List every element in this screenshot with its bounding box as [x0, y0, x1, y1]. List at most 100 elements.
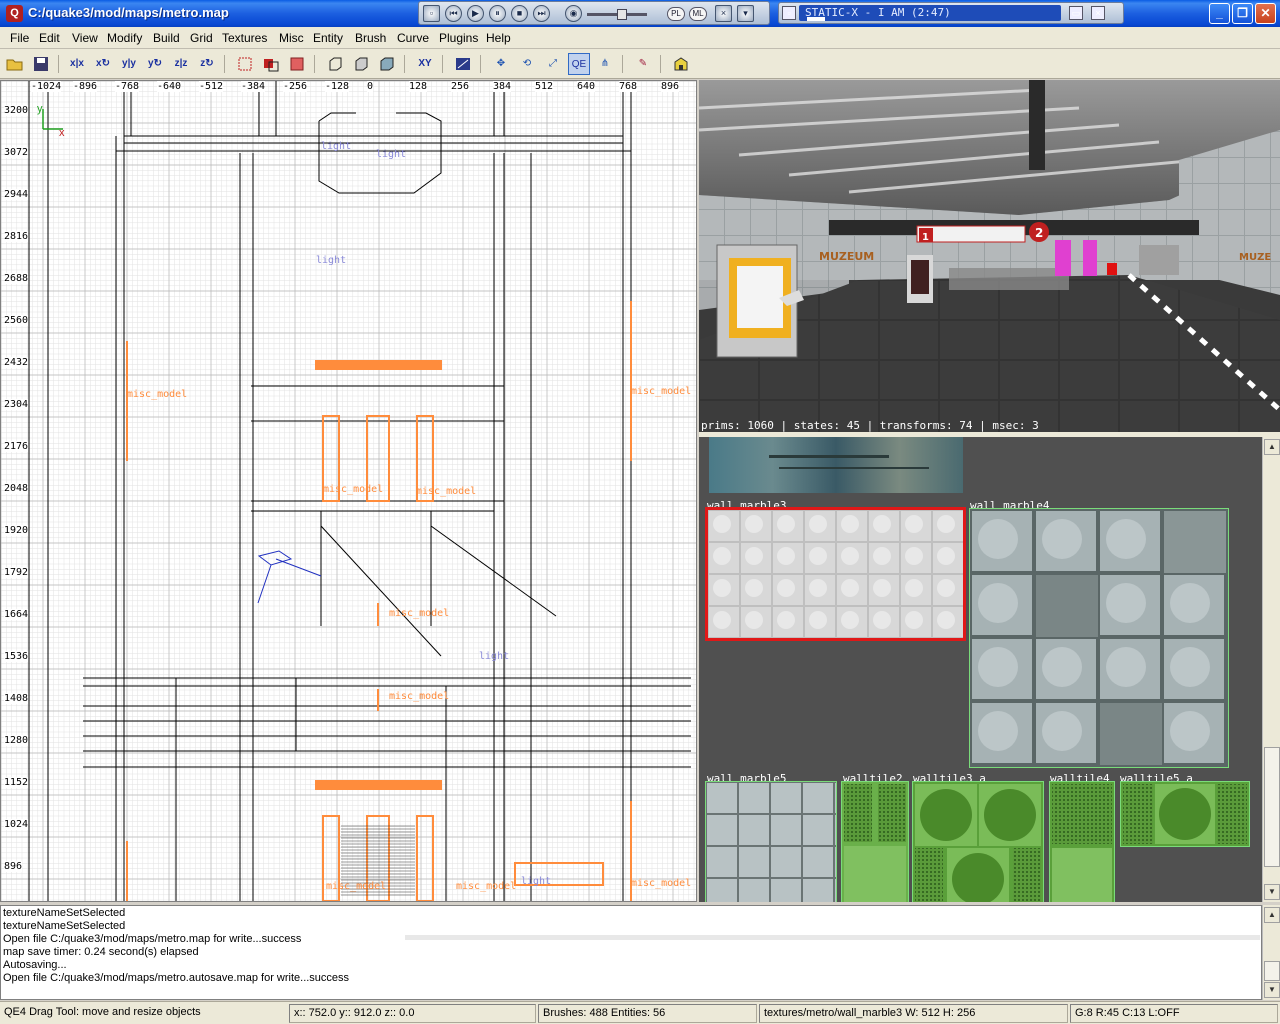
misc-model-label[interactable]: misc_model	[389, 691, 449, 702]
light-entity-label[interactable]: light	[321, 141, 351, 152]
np-close-icon[interactable]: ×	[1091, 6, 1105, 20]
light-entity-label[interactable]: light	[376, 149, 406, 160]
camera-3d-view[interactable]: MUZEUM MUZE 1 2 prims: 1060 | states: 45…	[699, 80, 1280, 432]
scale-icon[interactable]: ⤢	[542, 53, 564, 75]
stop-button[interactable]: ■	[511, 5, 528, 22]
status-coordinates: x:: 752.0 y:: 912.0 z:: 0.0	[289, 1004, 536, 1023]
select-inside-icon[interactable]	[260, 53, 282, 75]
menu-grid[interactable]: Grid	[190, 31, 213, 45]
texture-scroll-thumb[interactable]	[1264, 747, 1280, 867]
media-minimize-button[interactable]: ▫	[423, 5, 440, 22]
pause-button[interactable]: ⏸	[489, 5, 506, 22]
menu-entity[interactable]: Entity	[313, 31, 343, 45]
minimize-button[interactable]: _	[1209, 3, 1230, 24]
plugin-icon[interactable]	[670, 53, 692, 75]
misc-model-label[interactable]: misc_model	[456, 881, 516, 892]
csg-hollow-icon[interactable]	[324, 53, 346, 75]
np-minimize-icon[interactable]: ▫	[782, 6, 796, 20]
play-button[interactable]: ▶	[467, 5, 484, 22]
volume-slider-handle[interactable]	[617, 9, 627, 20]
csg-subtract-icon[interactable]	[350, 53, 372, 75]
playlist-button[interactable]: PL	[667, 7, 685, 21]
misc-model-label[interactable]: misc_model	[416, 486, 476, 497]
rotate-y-icon[interactable]: y↻	[144, 53, 166, 75]
media-player-bar: ▫ ⏮ ▶ ⏸ ■ ⏭ ◉ PL ML × ▾	[418, 1, 770, 25]
x-tick-label: -128	[325, 81, 350, 92]
scroll-down-icon[interactable]: ▼	[1264, 884, 1280, 900]
close-button[interactable]: ✕	[1255, 3, 1276, 24]
patch-icon[interactable]: ✎	[632, 53, 654, 75]
texture-thumb-wall-marble3[interactable]	[705, 507, 966, 641]
texture-thumb-partial[interactable]	[709, 437, 963, 493]
light-entity-label[interactable]: light	[479, 651, 509, 662]
menu-textures[interactable]: Textures	[222, 31, 267, 45]
texture-thumb-walltile5-a[interactable]	[1120, 781, 1250, 847]
console-scroll-up-icon[interactable]: ▲	[1264, 907, 1280, 923]
texture-thumb-walltile2[interactable]	[841, 781, 909, 902]
axis-indicator	[42, 109, 63, 130]
next-track-button[interactable]: ⏭	[533, 5, 550, 22]
texture-thumb-walltile4[interactable]	[1049, 781, 1115, 902]
xy-2d-view[interactable]: -1024 -896 -768 -640 -512 -384 -256 -128 0 128 256…	[0, 80, 697, 902]
maximize-button[interactable]: ❐	[1232, 3, 1253, 24]
y-tick-label: 1920	[4, 525, 29, 536]
texture-browser[interactable]: wall_marble3 wall_marble4 wall_marble5 w…	[699, 437, 1262, 902]
menu-modify[interactable]: Modify	[107, 31, 142, 45]
menu-build[interactable]: Build	[153, 31, 180, 45]
x-tick-label: -384	[241, 81, 266, 92]
menu-edit[interactable]: Edit	[39, 31, 60, 45]
save-icon[interactable]	[30, 53, 52, 75]
menu-plugins[interactable]: Plugins	[439, 31, 478, 45]
misc-model-label[interactable]: misc_model	[323, 484, 383, 495]
media-library-button[interactable]: ML	[689, 7, 707, 21]
misc-model-label[interactable]: misc_model	[631, 386, 691, 397]
rotate-z-icon[interactable]: z↻	[196, 53, 218, 75]
scroll-up-icon[interactable]: ▲	[1264, 439, 1280, 455]
csg-merge-icon[interactable]	[376, 53, 398, 75]
texture-thumb-wall-marble4[interactable]	[969, 508, 1229, 768]
previous-track-button[interactable]: ⏮	[445, 5, 462, 22]
menu-brush[interactable]: Brush	[355, 31, 386, 45]
menu-view[interactable]: View	[72, 31, 98, 45]
render-stats: prims: 1060 | states: 45 | transforms: 7…	[701, 419, 1039, 432]
platform-number-1: 2	[1035, 226, 1043, 240]
qe4-drag-icon[interactable]: QE	[568, 53, 590, 75]
texture-thumb-walltile3-a[interactable]	[912, 781, 1044, 902]
menu-curve[interactable]: Curve	[397, 31, 429, 45]
np-restore-icon[interactable]: ▭	[1069, 6, 1083, 20]
media-close-icon[interactable]: ×	[715, 5, 732, 22]
misc-model-label[interactable]: misc_model	[631, 878, 691, 889]
console-scroll-thumb[interactable]	[1264, 961, 1280, 981]
drag-edges-icon[interactable]: ✥	[490, 53, 512, 75]
drag-vertices-icon[interactable]: ⟲	[516, 53, 538, 75]
misc-model-label[interactable]: misc_model	[389, 608, 449, 619]
title-bar[interactable]: Q C:/quake3/mod/maps/metro.map ▫ ⏮ ▶ ⏸ ■…	[0, 0, 1280, 27]
menu-misc[interactable]: Misc	[279, 31, 304, 45]
flip-x-icon[interactable]: x|x	[66, 53, 88, 75]
camera-render[interactable]: MUZEUM MUZE 1 2 prims: 1060 | states: 45…	[699, 80, 1280, 432]
select-complete-icon[interactable]	[234, 53, 256, 75]
open-icon[interactable]	[4, 53, 26, 75]
light-entity-label[interactable]: light	[521, 876, 551, 887]
console-scroll-down-icon[interactable]: ▼	[1264, 982, 1280, 998]
console-log[interactable]: textureNameSetSelected textureNameSetSel…	[0, 905, 1262, 1000]
y-tick-label: 1152	[4, 777, 29, 788]
select-touching-icon[interactable]	[286, 53, 308, 75]
flip-z-icon[interactable]: z|z	[170, 53, 192, 75]
flip-y-icon[interactable]: y|y	[118, 53, 140, 75]
rotate-x-icon[interactable]: x↻	[92, 53, 114, 75]
texture-lock-icon[interactable]	[452, 53, 474, 75]
console-scrollbar[interactable]: ▲ ▼	[1262, 905, 1280, 1000]
menu-file[interactable]: File	[10, 31, 29, 45]
texture-thumb-wall-marble5[interactable]	[705, 781, 837, 902]
texture-browser-scrollbar[interactable]: ▲ ▼	[1262, 437, 1280, 902]
misc-model-label[interactable]: misc_model	[326, 881, 386, 892]
misc-model-label[interactable]: misc_model	[127, 389, 187, 400]
clipper-icon[interactable]: ⋔	[594, 53, 616, 75]
menu-help[interactable]: Help	[486, 31, 511, 45]
media-menu-icon[interactable]: ▾	[737, 5, 754, 22]
np-progress-marker[interactable]	[807, 17, 825, 21]
light-entity-label[interactable]: light	[316, 255, 346, 266]
mute-button[interactable]: ◉	[565, 5, 582, 22]
view-change-icon[interactable]: XY	[414, 53, 436, 75]
